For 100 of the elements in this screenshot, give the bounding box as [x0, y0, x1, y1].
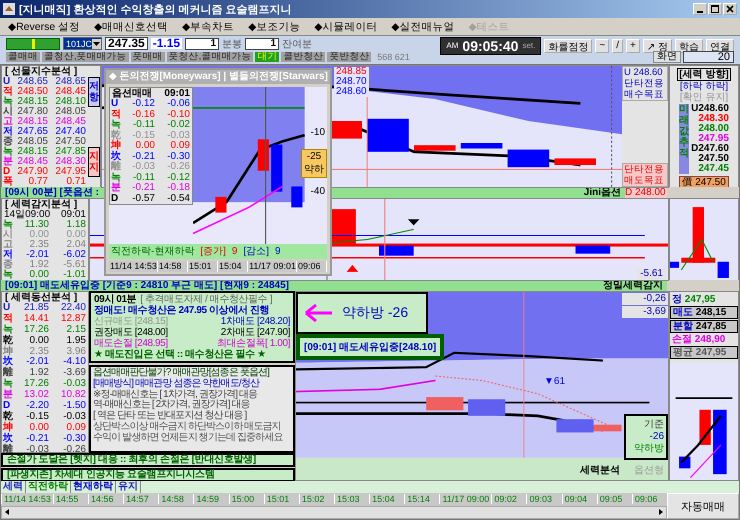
toolbar-button[interactable]: ~: [595, 38, 610, 52]
value-cell-text: -0.03: [131, 162, 156, 172]
menu-item[interactable]: ◆시뮬레이터: [314, 20, 378, 34]
price-field[interactable]: 247.35: [105, 37, 148, 50]
value-cell-text: -2.20: [25, 401, 50, 412]
chart-type-label: 옵션형: [634, 465, 664, 476]
chart-name-label: Jini옵션: [584, 187, 622, 198]
signal-chip[interactable]: 콜청산,풋매매가능: [42, 52, 129, 62]
time-tick: 09:05: [596, 494, 632, 504]
menu-item[interactable]: ◆부속차트: [182, 20, 234, 34]
minimize-button[interactable]: [693, 3, 707, 15]
candle: [271, 144, 282, 192]
menu-item[interactable]: ◆실전매뉴얼: [391, 20, 454, 34]
value-cell-text: -2.01: [25, 250, 50, 260]
horizontal-scrollbar[interactable]: [1, 506, 667, 519]
order-price: 권장매도 [248.00]: [94, 327, 168, 338]
signal-chip[interactable]: 콜매매: [6, 52, 40, 62]
toolbar-button[interactable]: 학습: [675, 38, 703, 52]
panel-title: [ 세력감지분석 ]: [5, 199, 78, 210]
value-cell-text: 247.95: [54, 167, 87, 177]
row-label: 고: [2, 240, 14, 250]
value-cell-text: -0.21: [131, 152, 156, 162]
popup-title: ◆ 돈의전쟁[Moneywars] | 별들의전쟁[Starwars]: [106, 70, 330, 84]
row-label: 종: [2, 260, 14, 270]
row-label: 坎: [2, 434, 14, 444]
row-label: 시: [2, 107, 14, 117]
time-tick: 09:06: [296, 261, 328, 272]
row-label: D: [110, 194, 120, 204]
value-cell-text: -0.16: [131, 110, 156, 120]
value-cell-text: -0.10: [166, 110, 191, 120]
row-label: 녹: [2, 97, 14, 107]
value-cell-text: 1.92: [28, 260, 50, 270]
status-indicator-drawing: [6, 38, 60, 50]
guide-text: 수익이 발생하면 언제든지 챙기는데 집중하세요: [93, 432, 283, 444]
time-tick: 09:04: [562, 494, 597, 504]
screen-number-field[interactable]: 20: [683, 50, 734, 62]
change-field: -1.15: [150, 38, 182, 49]
toolbar-button[interactable]: /: [612, 38, 623, 52]
direction-label: [하락 하락]: [680, 81, 728, 92]
code-select[interactable]: 101JC: [63, 37, 102, 50]
guide-text: ※정-매매신호는 [ 1차가격, 권장가격] 대응: [93, 390, 258, 400]
guide-text: 옵션매매판단불가? 매매관망[섬종은 풋옵션]: [93, 368, 269, 378]
order-price: 1차매도 [248.20]: [220, 316, 290, 327]
advice-time: 09시 01분: [94, 294, 136, 305]
price-label: 248.70: [336, 77, 367, 87]
date-label: 14일09:00: [4, 210, 50, 220]
bar-unit-label: 분봉: [222, 38, 242, 50]
menu-item[interactable]: ◆매매신호선택: [94, 20, 168, 34]
time-tick: 15:04: [369, 494, 404, 504]
maximize-button[interactable]: [708, 3, 722, 15]
value-cell-text: -0.15: [131, 130, 156, 141]
time-tick: 15:01: [264, 494, 299, 504]
value-cell-text: 13.02: [22, 390, 50, 401]
axis-label: -10: [310, 127, 325, 138]
indicator-bar: [576, 246, 610, 254]
toolbar-button[interactable]: 화률점정: [544, 38, 592, 52]
row-label: 녹: [110, 120, 122, 130]
order-price: 2차매도 [247.90]: [220, 327, 290, 338]
time-tick: 15:01: [188, 261, 218, 272]
value-cell-text: 247.90: [16, 167, 49, 177]
clock-set-label: set.: [522, 41, 536, 50]
row-label: D: [2, 167, 10, 177]
order-value: 평균 247,95: [670, 346, 738, 359]
summary-text: 직전하락-현재하락: [111, 245, 194, 259]
value-cell-text: -0.02: [166, 120, 191, 130]
signal-chip[interactable]: 풋매매: [130, 52, 165, 62]
guide-text: 역-매매신호는 [ 2차가격, 권장가격] 대응: [93, 400, 250, 410]
auto-trade-button[interactable]: 자동매매: [667, 493, 739, 519]
clock-time: 09:05:40: [462, 38, 518, 54]
row-label: 고: [2, 117, 14, 127]
value-cell-text: 247.65: [16, 127, 49, 137]
menu-item[interactable]: ◆보조기능: [248, 20, 300, 34]
row-label: 坤: [2, 346, 14, 357]
result-value: -26: [650, 431, 664, 443]
toolbar-button[interactable]: 연결: [706, 38, 734, 52]
forecast-value: 247.95: [698, 134, 729, 144]
signal-chip[interactable]: 풋청산,콜매매가능: [166, 52, 254, 62]
panel-title: [ 선물지수분석 ]: [4, 66, 78, 77]
indicator-bar: [379, 246, 414, 256]
bar-count-field[interactable]: 1: [185, 38, 220, 50]
candle: [426, 397, 464, 410]
score-text: 약하: [304, 163, 324, 176]
signal-chip[interactable]: 풋반청산: [327, 52, 372, 62]
screen-label: 화면: [653, 50, 681, 62]
value-cell-text: 2.04: [66, 240, 87, 250]
value-cell-text: 14.41: [22, 314, 50, 325]
close-button[interactable]: [723, 3, 737, 15]
value-cell-text: 247.80: [16, 107, 49, 117]
signal-chip[interactable]: 콜반청산: [281, 52, 326, 62]
menu-item[interactable]: ◆Reverse 설정: [8, 20, 80, 34]
value-cell-text: 2.35: [28, 240, 50, 250]
value-cell-text: 247.40: [54, 127, 87, 137]
remain-count-field[interactable]: 1: [245, 38, 280, 50]
value-cell-text: -0.18: [166, 183, 191, 194]
order-price: 신규매도 [248.15]: [94, 316, 168, 327]
time-tick: 15:02: [298, 494, 334, 504]
toolbar-button[interactable]: +: [626, 38, 640, 52]
value-cell-text: 0.00: [28, 270, 50, 280]
value-cell-text: -0.11: [132, 172, 156, 183]
row-label: 종: [2, 137, 14, 147]
